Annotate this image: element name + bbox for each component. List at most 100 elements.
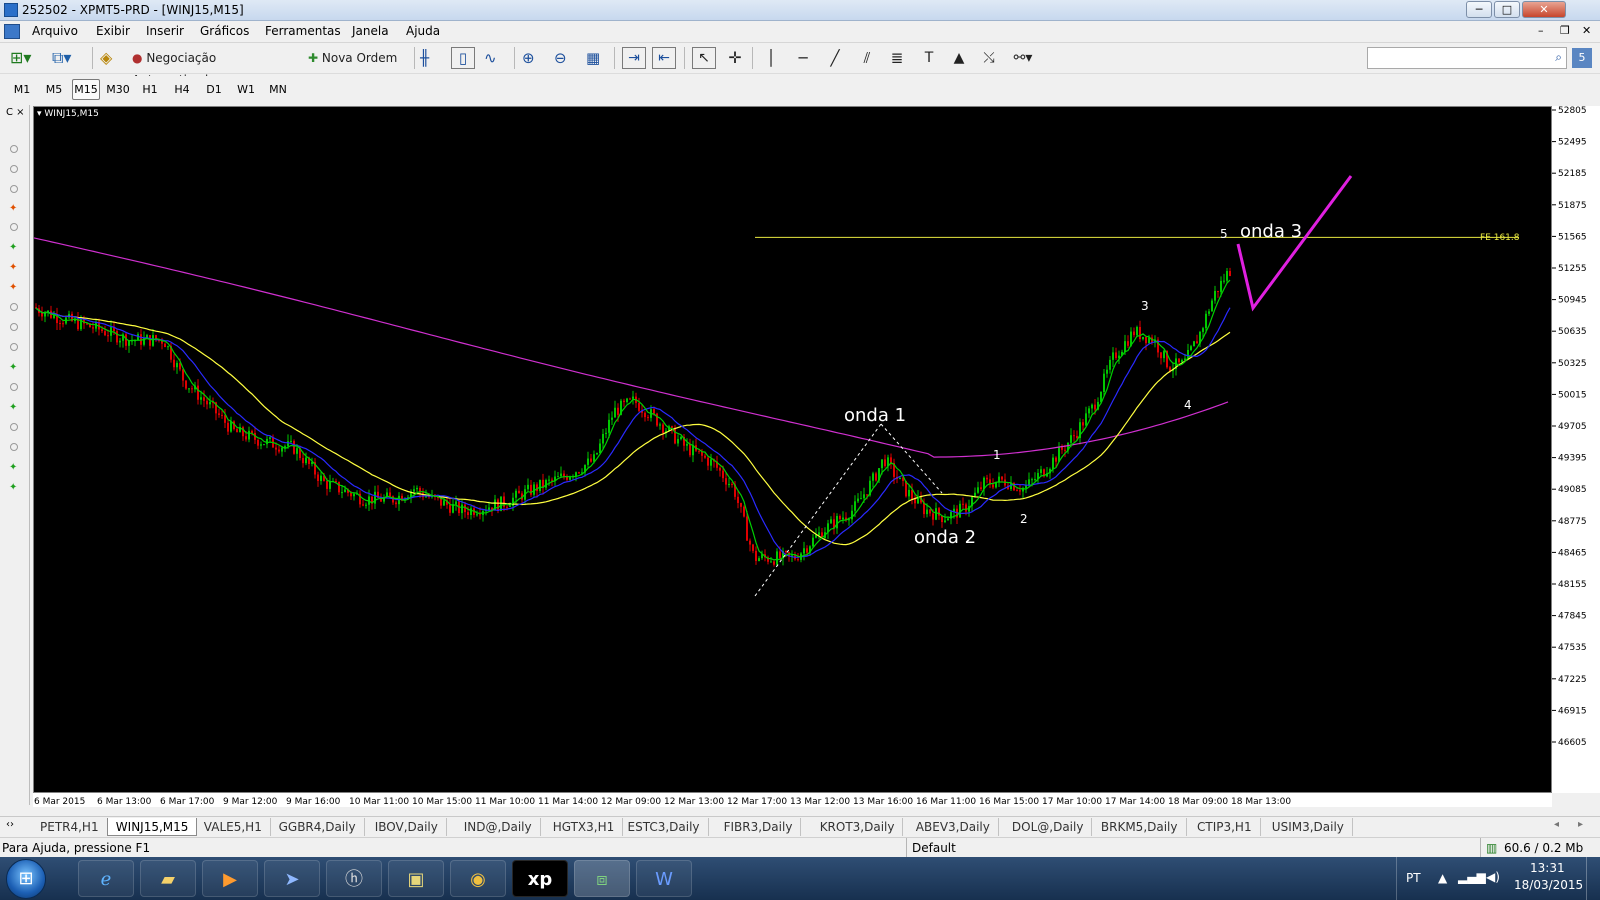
timeframe-h1[interactable]: H1 [136, 79, 164, 100]
tray-expand-icon[interactable]: ▲ [1438, 871, 1447, 885]
notifications-icon[interactable]: 5 [1572, 48, 1592, 68]
timeframe-m1[interactable]: M1 [8, 79, 36, 100]
menu-janela[interactable]: Janela [352, 24, 389, 38]
channel-icon[interactable]: ⫽ [856, 47, 878, 69]
mdi-close-icon[interactable]: ✕ [1582, 24, 1591, 37]
app-icon[interactable] [4, 3, 18, 17]
timeframe-m15[interactable]: M15 [72, 79, 100, 100]
object-toggle-icon[interactable] [10, 383, 18, 391]
chart-tab-dol-daily[interactable]: DOL@,Daily [1004, 818, 1093, 836]
chart-tab-ggbr4-daily[interactable]: GGBR4,Daily [271, 818, 365, 836]
timeframe-m5[interactable]: M5 [40, 79, 68, 100]
media-player-icon[interactable]: ▶ [202, 860, 258, 897]
autoscroll-icon[interactable]: ⇥ [622, 47, 646, 69]
network-app-icon[interactable]: ➤ [264, 860, 320, 897]
chart-tab-usim3-daily[interactable]: USIM3,Daily [1264, 818, 1353, 836]
chart-tab-fibr3-daily[interactable]: FIBR3,Daily [716, 818, 802, 836]
market-watch-icon[interactable]: ◈ [100, 47, 120, 69]
sell-marker-icon[interactable]: ✦ [9, 282, 17, 293]
language-indicator[interactable]: PT [1406, 871, 1421, 885]
line-chart-icon[interactable]: ∿ [484, 47, 506, 69]
volume-icon[interactable]: ◀) [1486, 870, 1500, 884]
chart-tab-hgtx3-h1[interactable]: HGTX3,H1 [545, 818, 624, 836]
network-signal-icon[interactable]: ▂▄▆ [1458, 870, 1486, 884]
buy-marker-icon[interactable]: ✦ [9, 362, 17, 373]
zoom-in-icon[interactable]: ⊕ [522, 47, 544, 69]
tabs-scroll-icon[interactable]: ‹› [6, 819, 14, 830]
menu-exibir[interactable]: Exibir [96, 24, 130, 38]
chart-tab-brkm5-daily[interactable]: BRKM5,Daily [1093, 818, 1187, 836]
internet-explorer-icon[interactable]: ℯ [78, 860, 134, 897]
buy-marker-icon[interactable]: ✦ [9, 462, 17, 473]
timeframe-mn[interactable]: MN [264, 79, 292, 100]
close-button[interactable]: ✕ [1522, 1, 1566, 18]
chart-tab-petr4-h1[interactable]: PETR4,H1 [32, 818, 108, 836]
chart-tab-winj15-m15[interactable]: WINJ15,M15 [106, 818, 198, 836]
explorer-folder-icon[interactable]: ▰ [140, 860, 196, 897]
sell-marker-icon[interactable]: ✦ [9, 203, 17, 214]
trendline-icon[interactable]: ╱ [824, 47, 846, 69]
chart-tab-estc3-daily[interactable]: ESTC3,Daily [620, 818, 709, 836]
chart-window-icon[interactable] [4, 24, 20, 39]
buy-marker-icon[interactable]: ✦ [9, 482, 17, 493]
object-toggle-icon[interactable] [10, 165, 18, 173]
vertical-line-icon[interactable]: │ [760, 47, 782, 69]
object-toggle-icon[interactable] [10, 223, 18, 231]
cursor-icon[interactable]: ↖ [692, 47, 716, 69]
price-axis[interactable]: 52805 52495 52185 51875 51565 51255 50945 50635… [1552, 106, 1600, 793]
start-button[interactable]: ⊞ [6, 859, 46, 899]
chrome-icon[interactable]: ◉ [450, 860, 506, 897]
shapes-menu-icon[interactable]: ⚯▾ [1008, 47, 1038, 69]
new-chart-icon[interactable]: ⊞▾ [10, 47, 44, 69]
buy-marker-icon[interactable]: ✦ [9, 402, 17, 413]
object-toggle-icon[interactable] [10, 423, 18, 431]
menu-ferramentas[interactable]: Ferramentas [265, 24, 341, 38]
show-desktop-button[interactable] [1586, 857, 1600, 900]
chart-shift-icon[interactable]: ⇤ [652, 47, 676, 69]
arrow-icon[interactable]: ▲ [948, 47, 970, 69]
chart-canvas[interactable]: FE 161.8 ▾ WINJ15,M15 onda 1 onda 2 onda… [34, 107, 1551, 792]
connection-icon[interactable]: ▥ [1486, 841, 1497, 855]
maximize-button[interactable]: □ [1494, 1, 1520, 18]
chart-tab-abev3-daily[interactable]: ABEV3,Daily [908, 818, 999, 836]
hp-icon[interactable]: ⓗ [326, 860, 382, 897]
object-toggle-icon[interactable] [10, 343, 18, 351]
chart-tab-ibov-daily[interactable]: IBOV,Daily [367, 818, 447, 836]
tabs-right-icon[interactable]: ▸ [1578, 819, 1583, 830]
fibonacci-icon[interactable]: ≣ [886, 47, 908, 69]
zoom-out-icon[interactable]: ⊖ [554, 47, 576, 69]
files-app-icon[interactable]: ▣ [388, 860, 444, 897]
word-icon[interactable]: W [636, 860, 692, 897]
timeframe-h4[interactable]: H4 [168, 79, 196, 100]
search-icon[interactable]: ⌕ [1555, 50, 1562, 65]
auto-trading-button[interactable]: ● Negociação Automatizada [132, 47, 300, 87]
xp-app-icon[interactable]: xp [512, 860, 568, 897]
search-input[interactable]: ⌕ [1367, 47, 1567, 69]
buy-marker-icon[interactable]: ✦ [9, 242, 17, 253]
text-icon[interactable]: T [918, 47, 940, 69]
object-toggle-icon[interactable] [10, 145, 18, 153]
mdi-minimize-icon[interactable]: – [1538, 24, 1544, 37]
timeframe-m30[interactable]: M30 [104, 79, 132, 100]
profiles-icon[interactable]: ⧉▾ [52, 47, 86, 69]
menu-ajuda[interactable]: Ajuda [406, 24, 440, 38]
sell-marker-icon[interactable]: ✦ [9, 262, 17, 273]
bar-chart-icon[interactable]: ╫ [420, 47, 442, 69]
clock-date[interactable]: 18/03/2015 [1514, 878, 1583, 892]
tile-windows-icon[interactable]: ▦ [586, 47, 608, 69]
tabs-left-icon[interactable]: ◂ [1554, 819, 1559, 830]
metatrader-icon[interactable]: ⧈ [574, 860, 630, 897]
chart-tab-ind-daily[interactable]: IND@,Daily [456, 818, 541, 836]
menu-inserir[interactable]: Inserir [146, 24, 184, 38]
timeframe-w1[interactable]: W1 [232, 79, 260, 100]
crosshair-icon[interactable]: ✛ [724, 47, 746, 69]
price-chart[interactable]: FE 161.8 ▾ WINJ15,M15 onda 1 onda 2 onda… [33, 106, 1552, 793]
candlestick-icon[interactable]: ▯ [451, 47, 475, 69]
minimize-button[interactable]: ─ [1466, 1, 1492, 18]
elliott-icon[interactable]: ⤯ [978, 47, 1000, 69]
object-toggle-icon[interactable] [10, 185, 18, 193]
chart-tab-ctip3-h1[interactable]: CTIP3,H1 [1189, 818, 1261, 836]
menu-graficos[interactable]: Gráficos [200, 24, 249, 38]
clock-time[interactable]: 13:31 [1530, 861, 1565, 875]
new-order-button[interactable]: ✚ Nova Ordem [308, 47, 406, 69]
